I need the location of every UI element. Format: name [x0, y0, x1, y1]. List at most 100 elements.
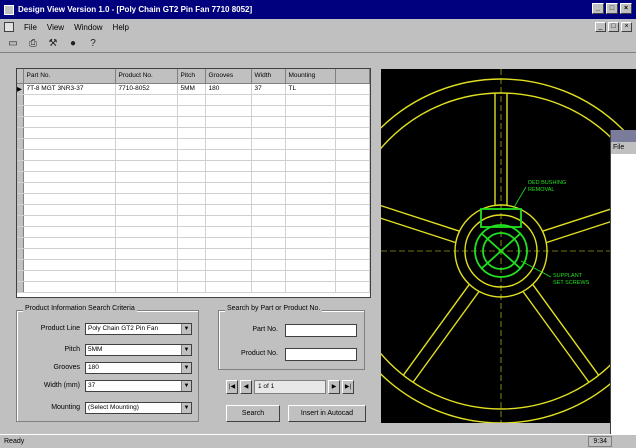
table-cell[interactable]: [205, 171, 252, 183]
doc-restore-button[interactable]: □: [608, 22, 619, 32]
table-row[interactable]: [17, 259, 370, 271]
table-cell[interactable]: [177, 215, 206, 227]
table-cell[interactable]: [115, 138, 178, 150]
table-cell[interactable]: [205, 94, 252, 106]
table-cell[interactable]: [177, 237, 206, 249]
table-cell[interactable]: [177, 138, 206, 150]
table-cell[interactable]: [23, 105, 116, 117]
table-cell[interactable]: [115, 248, 178, 260]
table-cell[interactable]: [335, 204, 370, 216]
table-cell[interactable]: [115, 182, 178, 194]
table-cell[interactable]: [205, 105, 252, 117]
table-cell[interactable]: [23, 138, 116, 150]
table-row[interactable]: [17, 138, 370, 150]
table-cell[interactable]: [251, 160, 286, 172]
table-cell[interactable]: [335, 171, 370, 183]
table-cell[interactable]: [205, 259, 252, 271]
insert-in-autocad-button[interactable]: Insert in Autocad: [288, 405, 366, 422]
table-cell[interactable]: [177, 105, 206, 117]
table-cell[interactable]: [251, 237, 286, 249]
cad-drawing-viewport[interactable]: DED BUSHING REMOVAL SUPPLANT SET SCREWS: [381, 69, 636, 423]
search-button[interactable]: Search: [226, 405, 280, 422]
table-row[interactable]: [17, 237, 370, 249]
table-cell[interactable]: [205, 281, 252, 293]
table-cell[interactable]: [251, 138, 286, 150]
table-cell[interactable]: [23, 193, 116, 205]
table-cell[interactable]: [23, 160, 116, 172]
table-cell[interactable]: [177, 116, 206, 128]
table-row[interactable]: [17, 160, 370, 172]
table-cell[interactable]: [285, 226, 336, 238]
table-cell[interactable]: [23, 182, 116, 194]
table-cell[interactable]: [335, 105, 370, 117]
new-icon[interactable]: ▭: [6, 37, 20, 51]
table-row[interactable]: [17, 94, 370, 106]
table-cell[interactable]: [177, 204, 206, 216]
menu-window[interactable]: Window: [74, 23, 102, 32]
part-no-input[interactable]: [285, 324, 357, 337]
doc-close-button[interactable]: ×: [621, 22, 632, 32]
table-cell[interactable]: [115, 226, 178, 238]
column-header-product-no[interactable]: Product No.: [115, 69, 178, 84]
table-cell[interactable]: [115, 105, 178, 117]
table-row[interactable]: [17, 193, 370, 205]
table-cell[interactable]: [251, 116, 286, 128]
table-cell[interactable]: [251, 204, 286, 216]
table-cell[interactable]: [205, 226, 252, 238]
table-cell[interactable]: [251, 270, 286, 282]
first-record-button[interactable]: |◀: [226, 380, 238, 394]
table-cell[interactable]: [205, 248, 252, 260]
column-header-grooves[interactable]: Grooves: [205, 69, 252, 84]
column-header-mounting[interactable]: Mounting: [285, 69, 336, 84]
table-cell[interactable]: [23, 94, 116, 106]
table-cell[interactable]: [115, 171, 178, 183]
table-cell[interactable]: [205, 215, 252, 227]
table-cell[interactable]: [251, 259, 286, 271]
table-cell[interactable]: [285, 248, 336, 260]
table-row[interactable]: [17, 149, 370, 161]
table-cell[interactable]: [177, 281, 206, 293]
menu-help[interactable]: Help: [113, 23, 129, 32]
minimize-button[interactable]: _: [592, 3, 604, 14]
table-cell[interactable]: [115, 160, 178, 172]
product-line-select[interactable]: Poly Chain GT2 Pin Fan ▼: [85, 323, 192, 335]
menu-view[interactable]: View: [47, 23, 64, 32]
table-cell[interactable]: [205, 160, 252, 172]
table-cell[interactable]: [335, 248, 370, 260]
table-cell[interactable]: [177, 270, 206, 282]
print-icon[interactable]: ⎙: [26, 37, 40, 51]
table-cell[interactable]: [285, 237, 336, 249]
table-cell[interactable]: [335, 226, 370, 238]
table-cell[interactable]: [23, 237, 116, 249]
mounting-select[interactable]: (Select Mounting) ▼: [85, 402, 192, 414]
table-cell[interactable]: 5MM: [177, 83, 206, 95]
table-cell[interactable]: 37: [251, 83, 286, 95]
background-menu-file[interactable]: File: [611, 142, 636, 154]
chevron-down-icon[interactable]: ▼: [181, 363, 191, 373]
table-cell[interactable]: [251, 226, 286, 238]
table-cell[interactable]: [285, 281, 336, 293]
table-cell[interactable]: [23, 116, 116, 128]
pitch-select[interactable]: 5MM ▼: [85, 344, 192, 356]
table-cell[interactable]: [177, 182, 206, 194]
table-cell[interactable]: [335, 83, 370, 95]
table-cell[interactable]: [285, 270, 336, 282]
column-header-width[interactable]: Width: [251, 69, 286, 84]
table-cell[interactable]: [285, 149, 336, 161]
table-cell[interactable]: [115, 193, 178, 205]
table-cell[interactable]: [285, 204, 336, 216]
table-cell[interactable]: [115, 204, 178, 216]
chevron-down-icon[interactable]: ▼: [181, 345, 191, 355]
table-cell[interactable]: [335, 270, 370, 282]
chevron-down-icon[interactable]: ▼: [181, 381, 191, 391]
table-cell[interactable]: [205, 270, 252, 282]
next-record-button[interactable]: ▶: [328, 380, 340, 394]
previous-record-button[interactable]: ◀: [240, 380, 252, 394]
menu-file[interactable]: File: [24, 23, 37, 32]
table-cell[interactable]: [23, 149, 116, 161]
table-cell[interactable]: [251, 182, 286, 194]
table-cell[interactable]: [205, 149, 252, 161]
table-cell[interactable]: [177, 259, 206, 271]
table-cell[interactable]: [177, 127, 206, 139]
table-cell[interactable]: [23, 127, 116, 139]
